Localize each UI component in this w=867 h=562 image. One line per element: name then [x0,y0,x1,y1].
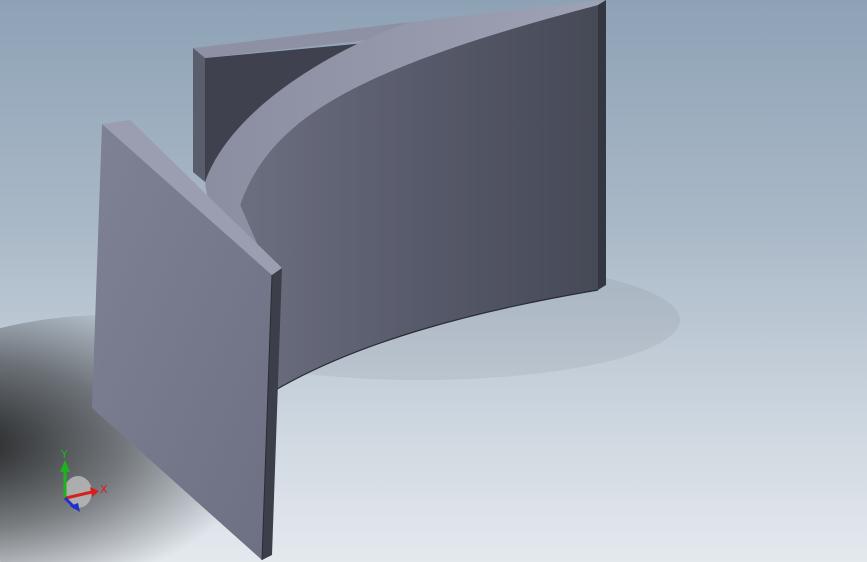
triad-y-label: Y [60,448,68,461]
back-plate-left-edge [193,48,205,182]
curved-wall-end [598,0,606,290]
graphics-viewport[interactable]: Y X [0,0,867,562]
triad-x-label: X [100,483,108,496]
model-scene[interactable]: Y X [0,0,867,562]
